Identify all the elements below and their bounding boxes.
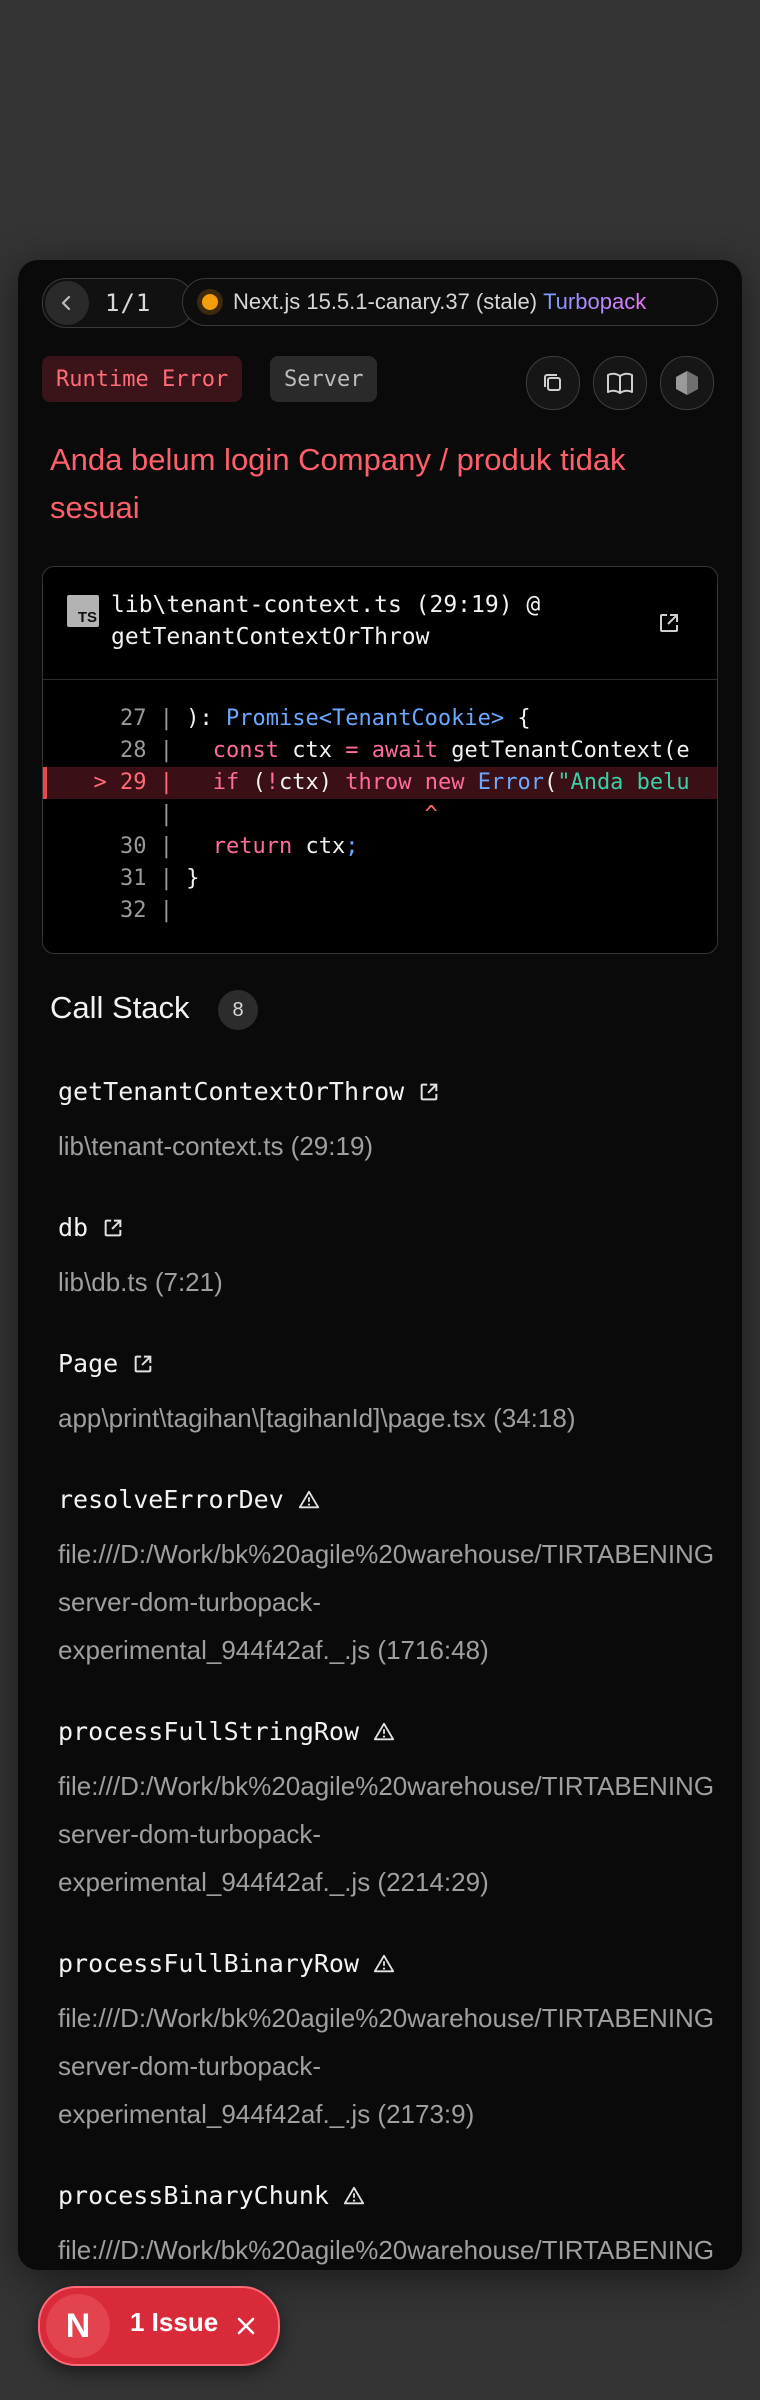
code-line: 28 | const ctx = await getTenantContext(… xyxy=(120,738,690,763)
chevron-left-icon xyxy=(61,295,71,311)
copy-error-button[interactable] xyxy=(526,356,580,410)
code-line: 32 | xyxy=(120,898,173,923)
previous-error-button[interactable] xyxy=(45,281,89,325)
nodejs-inspector-button[interactable] xyxy=(660,356,714,410)
frame-name: db xyxy=(58,1213,89,1242)
warning-icon xyxy=(373,1953,395,1975)
open-in-editor-button[interactable] xyxy=(657,611,681,640)
code-line-caret: | ^ xyxy=(159,802,438,827)
external-link-icon[interactable] xyxy=(418,1081,440,1103)
code-line: 31 | } xyxy=(120,866,200,891)
frame-location: file:///D:/Work/bk%20agile%20warehouse/T… xyxy=(58,2003,715,2129)
error-message: Anda belum login Company / produk tidak … xyxy=(50,442,626,525)
error-pager: 1/1 xyxy=(42,278,194,328)
stack-frame-ignored[interactable]: resolveErrorDev file:///D:/Work/bk%20agi… xyxy=(58,1482,742,1674)
external-link-icon[interactable] xyxy=(102,1217,124,1239)
warning-icon xyxy=(373,1721,395,1743)
code-line-error: > 29 | if (!ctx) throw new Error("Anda b… xyxy=(43,767,717,799)
stack-frame-ignored[interactable]: processFullBinaryRow file:///D:/Work/bk%… xyxy=(58,1946,742,2138)
typescript-icon: TS xyxy=(67,595,99,627)
version-text: Next.js 15.5.1-canary.37 (stale) xyxy=(233,289,538,314)
call-stack-count: 8 xyxy=(218,990,258,1030)
stack-frame[interactable]: db lib\db.ts (7:21) xyxy=(58,1210,742,1306)
copy-icon xyxy=(544,374,561,391)
error-type-badge: Runtime Error xyxy=(42,356,243,402)
nextjs-logo[interactable]: N xyxy=(46,2294,110,2358)
frame-name: getTenantContextOrThrow xyxy=(58,1077,405,1106)
code-frame-function: getTenantContextOrThrow xyxy=(111,624,430,650)
frame-name: processBinaryChunk xyxy=(58,2181,329,2210)
frame-name: resolveErrorDev xyxy=(58,1485,284,1514)
docs-button[interactable] xyxy=(593,356,647,410)
nodejs-icon xyxy=(676,371,698,395)
stack-frame-ignored[interactable]: processBinaryChunk file:///D:/Work/bk%20… xyxy=(58,2178,742,2270)
frame-location: app\print\tagihan\[tagihanId]\page.tsx (… xyxy=(58,1403,576,1433)
code-frame-file: lib\tenant-context.ts (29:19) @ getTenan… xyxy=(111,589,631,653)
warning-icon xyxy=(298,1489,320,1511)
external-link-icon[interactable] xyxy=(132,1353,154,1375)
nextjs-version-badge[interactable]: Next.js 15.5.1-canary.37 (stale) Turbopa… xyxy=(182,278,718,326)
close-icon[interactable] xyxy=(228,2308,264,2344)
stack-frame[interactable]: Page app\print\tagihan\[tagihanId]\page.… xyxy=(58,1346,742,1442)
book-icon xyxy=(607,372,633,394)
external-link-icon xyxy=(660,614,678,632)
code-line: 27 | ): Promise<TenantCookie> { xyxy=(120,706,531,731)
pager-count: 1/1 xyxy=(105,289,152,317)
code-lines: 27 | ): Promise<TenantCookie> { 28 | con… xyxy=(43,703,717,927)
code-frame: TS lib\tenant-context.ts (29:19) @ getTe… xyxy=(42,566,718,954)
call-stack-title: Call Stack xyxy=(50,990,190,1025)
error-overlay: 1/1 Next.js 15.5.1-canary.37 (stale) Tur… xyxy=(18,260,742,2270)
stale-status-icon xyxy=(197,289,223,315)
issues-badge[interactable]: N 1 Issue xyxy=(38,2286,280,2366)
frame-location: file:///D:/Work/bk%20agile%20warehouse/T… xyxy=(58,2235,715,2265)
warning-icon xyxy=(343,2185,365,2207)
frame-location: file:///D:/Work/bk%20agile%20warehouse/T… xyxy=(58,1539,715,1665)
code-frame-header: TS lib\tenant-context.ts (29:19) @ getTe… xyxy=(43,567,717,680)
frame-name: Page xyxy=(58,1349,119,1378)
frame-location: lib\db.ts (7:21) xyxy=(58,1267,223,1297)
frame-name: processFullStringRow xyxy=(58,1717,360,1746)
code-line: 30 | return ctx; xyxy=(120,834,359,859)
environment-badge: Server xyxy=(270,356,378,402)
frame-name: processFullBinaryRow xyxy=(58,1949,360,1978)
code-frame-location: lib\tenant-context.ts (29:19) @ xyxy=(111,592,541,618)
bundler-label: Turbopack xyxy=(543,289,647,314)
frame-location: lib\tenant-context.ts (29:19) xyxy=(58,1131,374,1161)
issues-count[interactable]: 1 Issue xyxy=(130,2307,218,2338)
frame-location: file:///D:/Work/bk%20agile%20warehouse/T… xyxy=(58,1771,715,1897)
stack-frame-ignored[interactable]: processFullStringRow file:///D:/Work/bk%… xyxy=(58,1714,742,1906)
overlay-nav: 1/1 Next.js 15.5.1-canary.37 (stale) Tur… xyxy=(42,278,718,328)
stack-frame[interactable]: getTenantContextOrThrow lib\tenant-conte… xyxy=(58,1074,742,1170)
